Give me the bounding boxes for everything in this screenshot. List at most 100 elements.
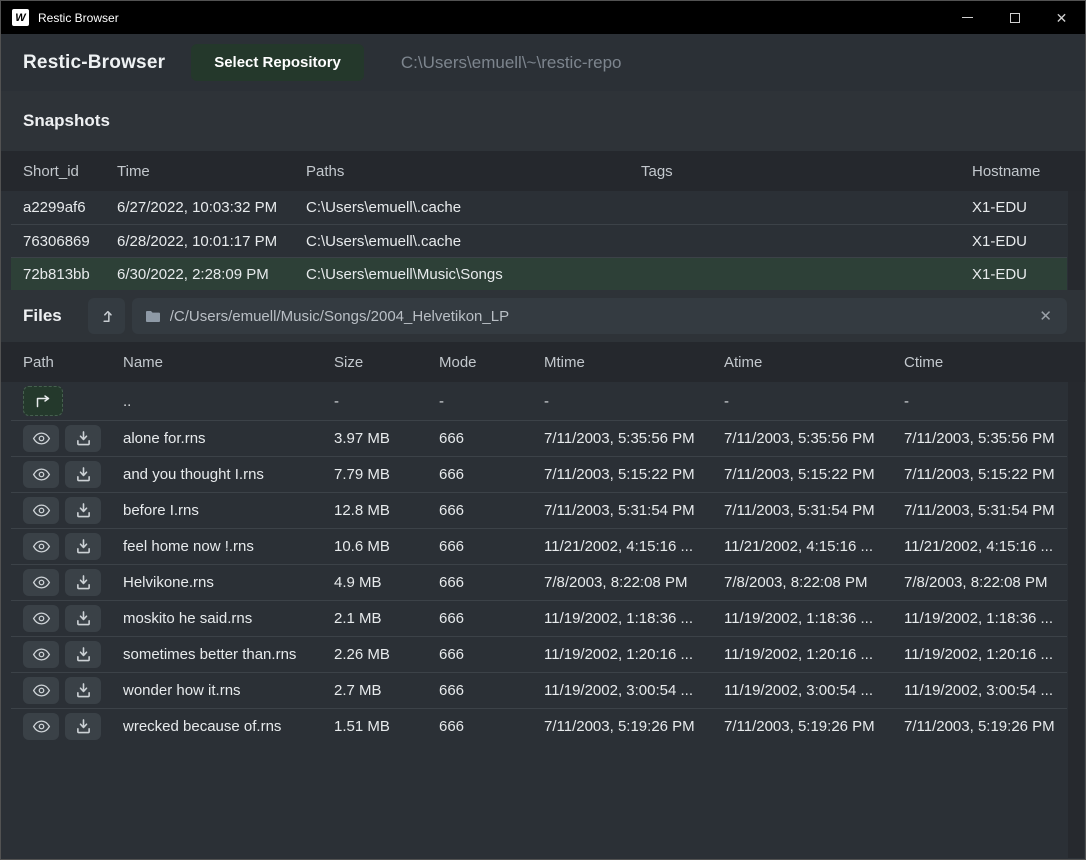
file-size: 1.51 MB bbox=[322, 718, 427, 735]
download-file-button[interactable] bbox=[65, 641, 101, 668]
minimize-icon bbox=[962, 17, 973, 18]
close-button[interactable]: ✕ bbox=[1038, 1, 1085, 34]
file-size: 2.1 MB bbox=[322, 610, 427, 627]
window-title: Restic Browser bbox=[38, 11, 119, 25]
snapshot-paths: C:\Users\emuell\Music\Songs bbox=[294, 266, 629, 283]
file-ctime: 11/21/2002, 4:15:16 ... bbox=[892, 538, 1067, 555]
eye-icon bbox=[32, 648, 51, 661]
window-controls: ✕ bbox=[944, 1, 1085, 34]
file-size: 3.97 MB bbox=[322, 430, 427, 447]
download-file-button[interactable] bbox=[65, 461, 101, 488]
file-ctime: 11/19/2002, 1:18:36 ... bbox=[892, 610, 1067, 627]
file-atime: 7/11/2003, 5:31:54 PM bbox=[712, 502, 892, 519]
column-atime: Atime bbox=[712, 354, 892, 371]
file-mode: 666 bbox=[427, 682, 532, 699]
preview-file-button[interactable] bbox=[23, 641, 59, 668]
file-name: alone for.rns bbox=[111, 430, 322, 447]
download-icon bbox=[76, 467, 91, 482]
download-file-button[interactable] bbox=[65, 605, 101, 632]
parent-row-ctime: - bbox=[892, 393, 1067, 410]
file-row: sometimes better than.rns 2.26 MB 666 11… bbox=[11, 636, 1067, 672]
eye-icon bbox=[32, 720, 51, 733]
file-ctime: 7/8/2003, 8:22:08 PM bbox=[892, 574, 1067, 591]
column-path: Path bbox=[11, 354, 111, 371]
file-mtime: 7/11/2003, 5:31:54 PM bbox=[532, 502, 712, 519]
file-ctime: 11/19/2002, 1:20:16 ... bbox=[892, 646, 1067, 663]
preview-file-button[interactable] bbox=[23, 677, 59, 704]
file-mode: 666 bbox=[427, 502, 532, 519]
download-icon bbox=[76, 575, 91, 590]
file-mtime: 7/11/2003, 5:35:56 PM bbox=[532, 430, 712, 447]
folder-icon bbox=[145, 310, 161, 323]
parent-directory-row: .. - - - - - bbox=[11, 382, 1067, 420]
file-name: sometimes better than.rns bbox=[111, 646, 322, 663]
file-atime: 11/21/2002, 4:15:16 ... bbox=[712, 538, 892, 555]
file-name: wonder how it.rns bbox=[111, 682, 322, 699]
open-parent-directory-button[interactable] bbox=[23, 386, 63, 416]
column-paths: Paths bbox=[294, 163, 629, 180]
wails-app-icon: W bbox=[12, 9, 29, 26]
preview-file-button[interactable] bbox=[23, 461, 59, 488]
eye-icon bbox=[32, 540, 51, 553]
column-name: Name bbox=[111, 354, 322, 371]
snapshot-short-id: 76306869 bbox=[11, 233, 105, 250]
download-file-button[interactable] bbox=[65, 569, 101, 596]
select-repository-button[interactable]: Select Repository bbox=[191, 44, 364, 81]
file-size: 2.7 MB bbox=[322, 682, 427, 699]
snapshot-paths: C:\Users\emuell\.cache bbox=[294, 199, 629, 216]
file-name: wrecked because of.rns bbox=[111, 718, 322, 735]
column-time: Time bbox=[105, 163, 294, 180]
go-to-parent-button[interactable] bbox=[88, 298, 125, 334]
snapshot-hostname: X1-EDU bbox=[960, 266, 1067, 283]
file-atime: 11/19/2002, 1:20:16 ... bbox=[712, 646, 892, 663]
file-ctime: 7/11/2003, 5:15:22 PM bbox=[892, 466, 1067, 483]
restic-browser-window: W Restic Browser ✕ Restic-Browser Select… bbox=[0, 0, 1086, 860]
file-row: alone for.rns 3.97 MB 666 7/11/2003, 5:3… bbox=[11, 420, 1067, 456]
download-file-button[interactable] bbox=[65, 677, 101, 704]
download-icon bbox=[76, 683, 91, 698]
parent-row-atime: - bbox=[712, 393, 892, 410]
download-file-button[interactable] bbox=[65, 713, 101, 740]
snapshots-heading: Snapshots bbox=[23, 111, 110, 131]
snapshots-table-header: Short_id Time Paths Tags Hostname bbox=[1, 151, 1085, 191]
snapshot-row[interactable]: a2299af6 6/27/2022, 10:03:32 PM C:\Users… bbox=[11, 191, 1067, 224]
download-icon bbox=[76, 647, 91, 662]
file-size: 12.8 MB bbox=[322, 502, 427, 519]
file-mtime: 7/8/2003, 8:22:08 PM bbox=[532, 574, 712, 591]
files-path-input[interactable]: /C/Users/emuell/Music/Songs/2004_Helveti… bbox=[132, 298, 1067, 334]
file-name: before I.rns bbox=[111, 502, 322, 519]
eye-icon bbox=[32, 468, 51, 481]
download-file-button[interactable] bbox=[65, 533, 101, 560]
file-ctime: 7/11/2003, 5:31:54 PM bbox=[892, 502, 1067, 519]
preview-file-button[interactable] bbox=[23, 425, 59, 452]
download-icon bbox=[76, 503, 91, 518]
close-icon: ✕ bbox=[1056, 11, 1068, 25]
app-title: Restic-Browser bbox=[23, 52, 165, 74]
snapshots-table-body: a2299af6 6/27/2022, 10:03:32 PM C:\Users… bbox=[1, 191, 1085, 290]
file-size: 7.79 MB bbox=[322, 466, 427, 483]
download-icon bbox=[76, 719, 91, 734]
clear-path-button[interactable]: ✕ bbox=[1037, 309, 1054, 324]
snapshot-row[interactable]: 72b813bb 6/30/2022, 2:28:09 PM C:\Users\… bbox=[11, 257, 1067, 290]
file-atime: 11/19/2002, 3:00:54 ... bbox=[712, 682, 892, 699]
download-file-button[interactable] bbox=[65, 497, 101, 524]
minimize-button[interactable] bbox=[944, 1, 991, 34]
column-mtime: Mtime bbox=[532, 354, 712, 371]
preview-file-button[interactable] bbox=[23, 605, 59, 632]
maximize-icon bbox=[1010, 13, 1020, 23]
file-mtime: 7/11/2003, 5:19:26 PM bbox=[532, 718, 712, 735]
repository-path: C:\Users\emuell\~\restic-repo bbox=[401, 53, 622, 73]
file-size: 4.9 MB bbox=[322, 574, 427, 591]
files-path-value: /C/Users/emuell/Music/Songs/2004_Helveti… bbox=[170, 308, 1038, 325]
file-ctime: 11/19/2002, 3:00:54 ... bbox=[892, 682, 1067, 699]
preview-file-button[interactable] bbox=[23, 497, 59, 524]
file-name: feel home now !.rns bbox=[111, 538, 322, 555]
maximize-button[interactable] bbox=[991, 1, 1038, 34]
preview-file-button[interactable] bbox=[23, 713, 59, 740]
preview-file-button[interactable] bbox=[23, 533, 59, 560]
download-file-button[interactable] bbox=[65, 425, 101, 452]
snapshot-row[interactable]: 76306869 6/28/2022, 10:01:17 PM C:\Users… bbox=[11, 224, 1067, 257]
preview-file-button[interactable] bbox=[23, 569, 59, 596]
file-atime: 11/19/2002, 1:18:36 ... bbox=[712, 610, 892, 627]
file-mode: 666 bbox=[427, 718, 532, 735]
